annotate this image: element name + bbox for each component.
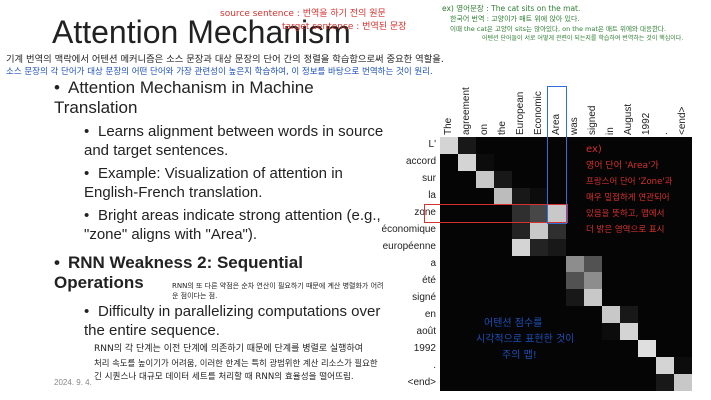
rnn-long-note: RNN의 각 단계는 이전 단계에 의존하기 때문에 단계를 병렬로 실행하여 … bbox=[94, 342, 378, 384]
heatmap-x-label: August bbox=[623, 103, 634, 135]
rnn-note-line: RNN의 각 단계는 이전 단계에 의존하기 때문에 단계를 병렬로 실행하여 bbox=[94, 344, 364, 354]
rnn-note-line: 긴 시퀀스나 대규모 데이터 세트를 처리할 때 RNN의 효율성을 떨어뜨림. bbox=[94, 372, 354, 382]
heatmap-cell bbox=[458, 137, 476, 154]
heatmap-note-line: 더 밝은 영역으로 표시 bbox=[586, 225, 665, 235]
heatmap-x-label: 1992 bbox=[641, 112, 652, 135]
heatmap-x-label: European bbox=[515, 91, 526, 135]
heatmap-x-label: The bbox=[443, 117, 454, 135]
heatmap-cell bbox=[476, 170, 494, 188]
heatmap-x-label: Economic bbox=[533, 91, 544, 135]
sub-bullet-example: • Example: Visualization of attention in … bbox=[84, 165, 343, 201]
sub-bullet-bright-areas: • Bright areas indicate strong attention … bbox=[84, 207, 381, 243]
heatmap-cell bbox=[512, 187, 530, 205]
heatmap-y-label: économique bbox=[381, 224, 436, 236]
heatmap-cell bbox=[584, 255, 602, 273]
heatmap-note-line: ex) bbox=[586, 144, 602, 155]
heatmap-y-label: a bbox=[430, 258, 436, 269]
heatmap-x-label: <end> bbox=[677, 106, 688, 135]
heatmap-cell bbox=[530, 238, 548, 256]
heatmap-x-label: . bbox=[659, 132, 670, 135]
source-sentence-note: source sentence : 번역을 하기 전의 원문 bbox=[220, 9, 386, 19]
bullet-attention-mt: • Attention Mechanism in Machine Translat… bbox=[54, 78, 314, 117]
bullet-dot: • bbox=[54, 78, 60, 97]
heatmap-cell bbox=[530, 221, 548, 239]
heatmap-x-label: agreement bbox=[461, 87, 472, 135]
footer-date: 2024. 9. 4. bbox=[54, 378, 92, 387]
heatmap-cell bbox=[566, 272, 584, 290]
heatmap-cell bbox=[476, 153, 494, 171]
heatmap-note-line: 프랑스어 단어 'Zone'과 bbox=[586, 177, 673, 187]
heatmap-example-note: ex) 영어 단어 'Area'가 프랑스어 단어 'Zone'과 매우 밀접하… bbox=[586, 142, 672, 238]
heatmap-cell bbox=[656, 374, 674, 392]
highlight-col-box bbox=[547, 86, 567, 224]
heatmap-note-line: 매우 밀접하게 연관되어 bbox=[586, 193, 670, 203]
heatmap-cell bbox=[602, 323, 620, 341]
bullet-dot: • bbox=[84, 165, 90, 182]
heatmap-cell bbox=[530, 187, 548, 205]
attention-map-note-line: 어텐션 점수를 bbox=[484, 318, 543, 329]
heatmap-cell bbox=[548, 221, 566, 239]
heatmap-y-label: la bbox=[428, 190, 436, 202]
annotation-line-2: 소스 문장의 각 단어가 대상 문장의 어떤 단어와 가장 관련성이 높은지 학… bbox=[6, 67, 433, 77]
heatmap-cell bbox=[440, 137, 458, 154]
heatmap-y-label: août bbox=[416, 325, 436, 337]
heatmap-cell bbox=[620, 323, 638, 341]
heatmap-cell bbox=[656, 357, 674, 375]
heatmap-x-label: on bbox=[479, 123, 490, 135]
heatmap-cell bbox=[566, 255, 584, 273]
heatmap-y-labels: L' accord sur la zone économique européenne a ét… bbox=[356, 137, 436, 391]
heatmap-x-label: the bbox=[497, 121, 508, 135]
heatmap-cell bbox=[494, 187, 512, 205]
target-sentence-note: target sentence : 번역된 문장 bbox=[282, 22, 407, 32]
heatmap-note-line: 영어 단어 'Area'가 bbox=[586, 161, 659, 171]
heatmap-y-label: sur bbox=[422, 173, 436, 185]
bullet-dot: • bbox=[84, 303, 90, 320]
rnn-note-line: 처리 속도를 높이기가 어려움, 이러한 한계는 특히 광범위한 계산 리소스가… bbox=[94, 358, 378, 368]
annotation-line-1: 기계 번역의 맥락에서 어텐션 메커니즘은 소스 문장과 대상 문장의 단어 간… bbox=[6, 54, 444, 65]
heatmap-cell bbox=[566, 289, 584, 307]
heatmap-y-label: accord bbox=[405, 156, 436, 168]
heatmap-cell bbox=[512, 238, 530, 256]
heatmap-cell bbox=[638, 340, 656, 358]
heatmap-cell bbox=[674, 357, 692, 375]
heatmap-cell bbox=[584, 272, 602, 290]
heatmap-x-label: signed bbox=[587, 105, 598, 135]
attention-map-note: 어텐션 점수를 시각적으로 표현한 것이 주의 맵! bbox=[476, 316, 574, 364]
bullet-dot: • bbox=[84, 123, 90, 140]
sub-bullet-parallelizing: • Difficulty in parallelizing computation… bbox=[84, 303, 381, 339]
heatmap-y-label: signé bbox=[412, 291, 436, 303]
sub-bullet-alignment: • Learns alignment between words in sourc… bbox=[84, 123, 384, 159]
heatmap-cell bbox=[584, 289, 602, 307]
heatmap-y-label: . bbox=[433, 359, 436, 371]
heatmap-y-label: 1992 bbox=[413, 342, 436, 354]
heatmap-y-label: été bbox=[422, 274, 436, 286]
attention-map-note-line: 시각적으로 표현한 것이 bbox=[476, 334, 575, 345]
heatmap-note-line: 있음을 뜻하고, 맵에서 bbox=[586, 209, 665, 219]
heatmap-y-label: en bbox=[424, 308, 436, 320]
attention-map-note-line: 주의 맵! bbox=[502, 350, 537, 361]
heatmap-y-label: européenne bbox=[382, 241, 436, 253]
heatmap-cell bbox=[494, 170, 512, 188]
heatmap-x-label: in bbox=[605, 127, 616, 135]
heatmap-cell bbox=[620, 306, 638, 324]
heatmap-cell bbox=[548, 238, 566, 256]
heatmap-cell bbox=[602, 306, 620, 324]
heatmap-y-label: <end> bbox=[407, 376, 436, 388]
heatmap-cell bbox=[674, 374, 692, 392]
heatmap-y-label: L' bbox=[428, 139, 436, 151]
rnn-short-note: RNN의 또 다른 약점은 순차 연산이 필요하기 때문에 계산 병렬화가 어려… bbox=[172, 282, 384, 300]
heatmap-cell bbox=[512, 221, 530, 239]
heatmap-x-label: was bbox=[569, 117, 580, 135]
bullet-dot: • bbox=[84, 207, 90, 224]
bullet-dot: • bbox=[54, 253, 60, 272]
heatmap-cell bbox=[458, 153, 476, 171]
